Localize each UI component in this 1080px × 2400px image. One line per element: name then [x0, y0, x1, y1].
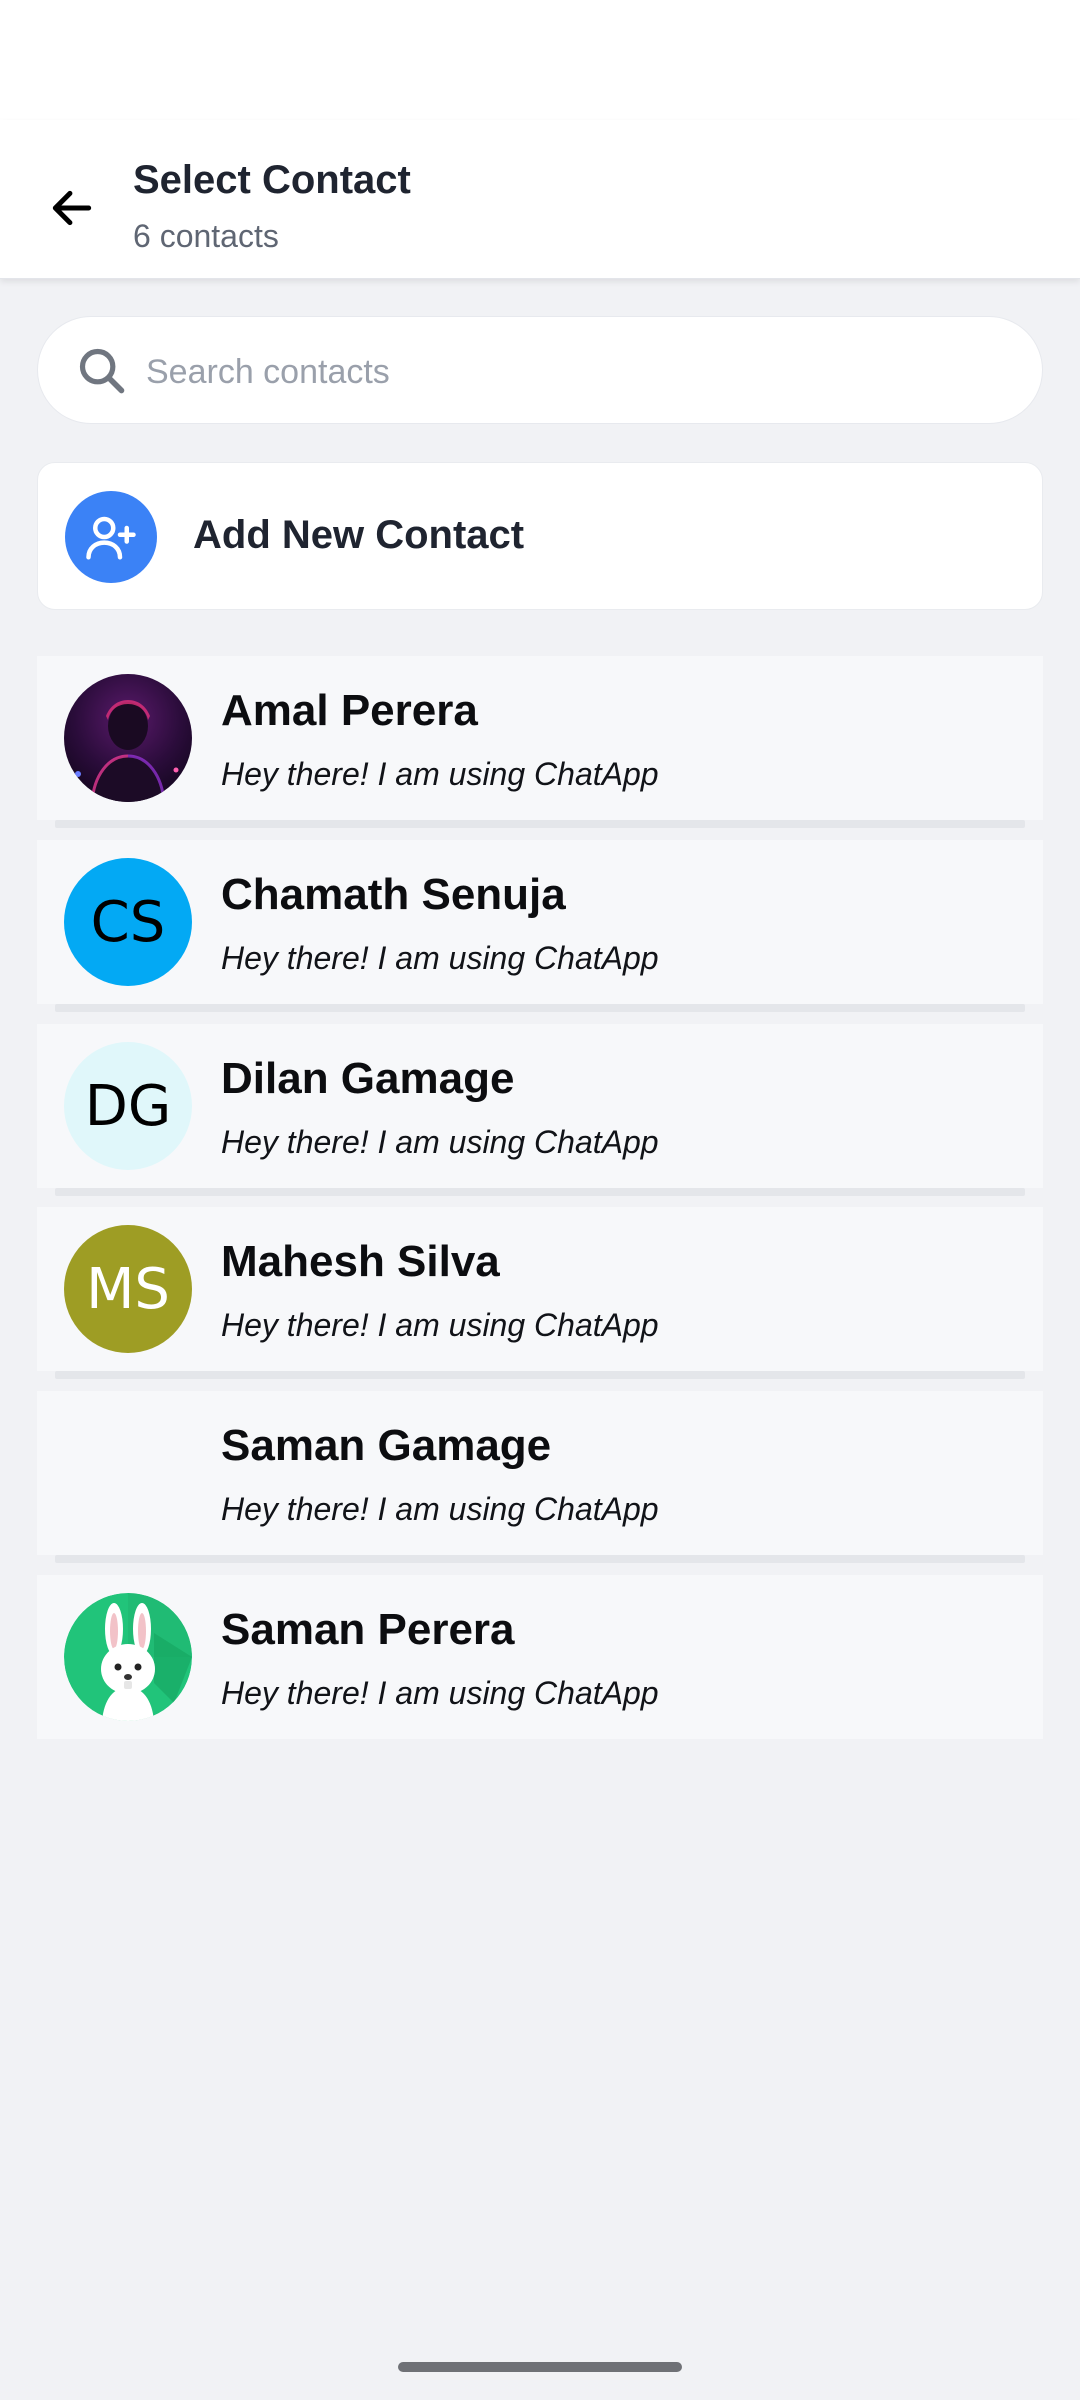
avatar [64, 674, 192, 802]
add-new-contact-button[interactable]: Add New Contact [37, 462, 1043, 610]
app-header: Select Contact 6 contacts [0, 120, 1080, 279]
search-icon [79, 348, 125, 394]
contact-status: Hey there! I am using ChatApp [221, 756, 659, 792]
add-new-contact-label: Add New Contact [193, 513, 525, 557]
divider [55, 1004, 1025, 1012]
arrow-left-icon [52, 190, 92, 226]
search-input[interactable] [144, 341, 1008, 403]
divider [55, 1371, 1025, 1379]
contact-name: Chamath Senuja [221, 870, 566, 919]
contact-status: Hey there! I am using ChatApp [221, 1675, 659, 1711]
contact-status: Hey there! I am using ChatApp [221, 1491, 659, 1527]
avatar: DG [64, 1042, 192, 1170]
avatar [64, 1593, 192, 1721]
page-title: Select Contact [133, 158, 411, 202]
contact-status: Hey there! I am using ChatApp [221, 1307, 659, 1343]
search-bar [37, 316, 1043, 424]
contact-row[interactable]: MS Mahesh Silva Hey there! I am using Ch… [37, 1207, 1043, 1379]
contact-name: Dilan Gamage [221, 1054, 515, 1103]
rabbit-illustration [64, 1593, 192, 1721]
contact-name: Mahesh Silva [221, 1237, 500, 1286]
avatar [64, 1409, 192, 1537]
avatar: CS [64, 858, 192, 986]
contact-row[interactable]: Saman Gamage Hey there! I am using ChatA… [37, 1391, 1043, 1563]
contact-status: Hey there! I am using ChatApp [221, 940, 659, 976]
contact-status: Hey there! I am using ChatApp [221, 1124, 659, 1160]
back-button[interactable] [36, 172, 108, 244]
contact-count: 6 contacts [133, 218, 279, 254]
contact-name: Amal Perera [221, 686, 478, 735]
divider [55, 820, 1025, 828]
contact-name: Saman Perera [221, 1605, 515, 1654]
user-plus-icon [86, 516, 136, 560]
person-photo [64, 674, 192, 802]
contact-row[interactable]: Saman Perera Hey there! I am using ChatA… [37, 1575, 1043, 1739]
home-indicator[interactable] [398, 2362, 682, 2372]
avatar-initials: DG [84, 1073, 172, 1139]
contact-row[interactable]: Amal Perera Hey there! I am using ChatAp… [37, 656, 1043, 828]
avatar: MS [64, 1225, 192, 1353]
divider [55, 1555, 1025, 1563]
add-contact-icon-circle [65, 491, 157, 583]
avatar-initials: CS [90, 889, 166, 955]
divider [55, 1188, 1025, 1196]
status-bar [0, 0, 1080, 120]
avatar-initials: MS [86, 1256, 170, 1322]
contact-name: Saman Gamage [221, 1421, 552, 1470]
contact-row[interactable]: CS Chamath Senuja Hey there! I am using … [37, 840, 1043, 1012]
contact-row[interactable]: DG Dilan Gamage Hey there! I am using Ch… [37, 1024, 1043, 1196]
